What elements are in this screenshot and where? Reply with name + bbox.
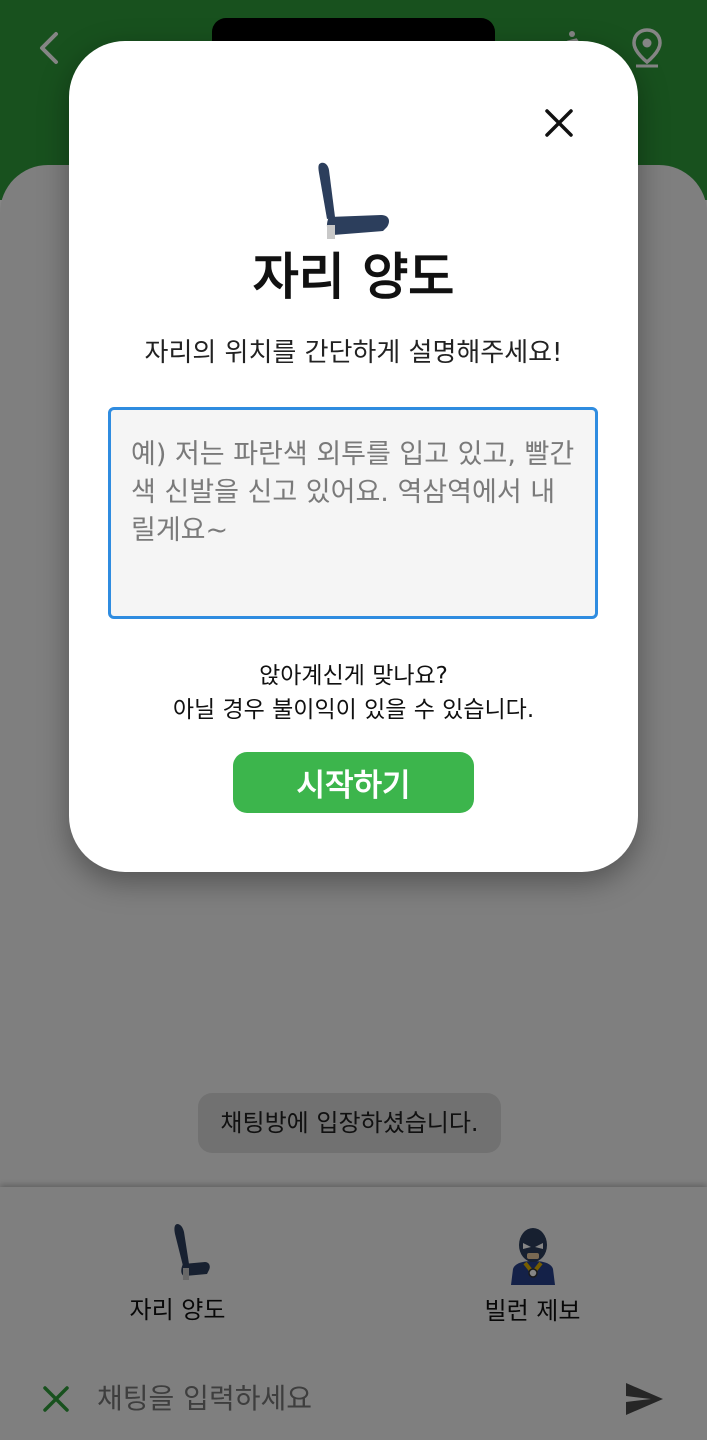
yield-seat-dialog: 자리 양도 자리의 위치를 간단하게 설명해주세요! 앉아계신게 맞나요? 아닐…: [69, 41, 638, 872]
dialog-subtitle: 자리의 위치를 간단하게 설명해주세요!: [144, 338, 563, 368]
seat-description-input[interactable]: [108, 407, 598, 619]
close-icon[interactable]: [539, 103, 579, 143]
confirm-question: 앉아계신게 맞나요?: [259, 663, 448, 689]
dialog-title: 자리 양도: [252, 248, 455, 306]
seat-icon: [318, 162, 389, 239]
confirm-penalty-note: 아닐 경우 불이익이 있을 수 있습니다.: [172, 697, 535, 723]
start-button[interactable]: 시작하기: [233, 752, 474, 813]
confirm-warning: 앉아계신게 맞나요? 아닐 경우 불이익이 있을 수 있습니다.: [69, 659, 638, 727]
